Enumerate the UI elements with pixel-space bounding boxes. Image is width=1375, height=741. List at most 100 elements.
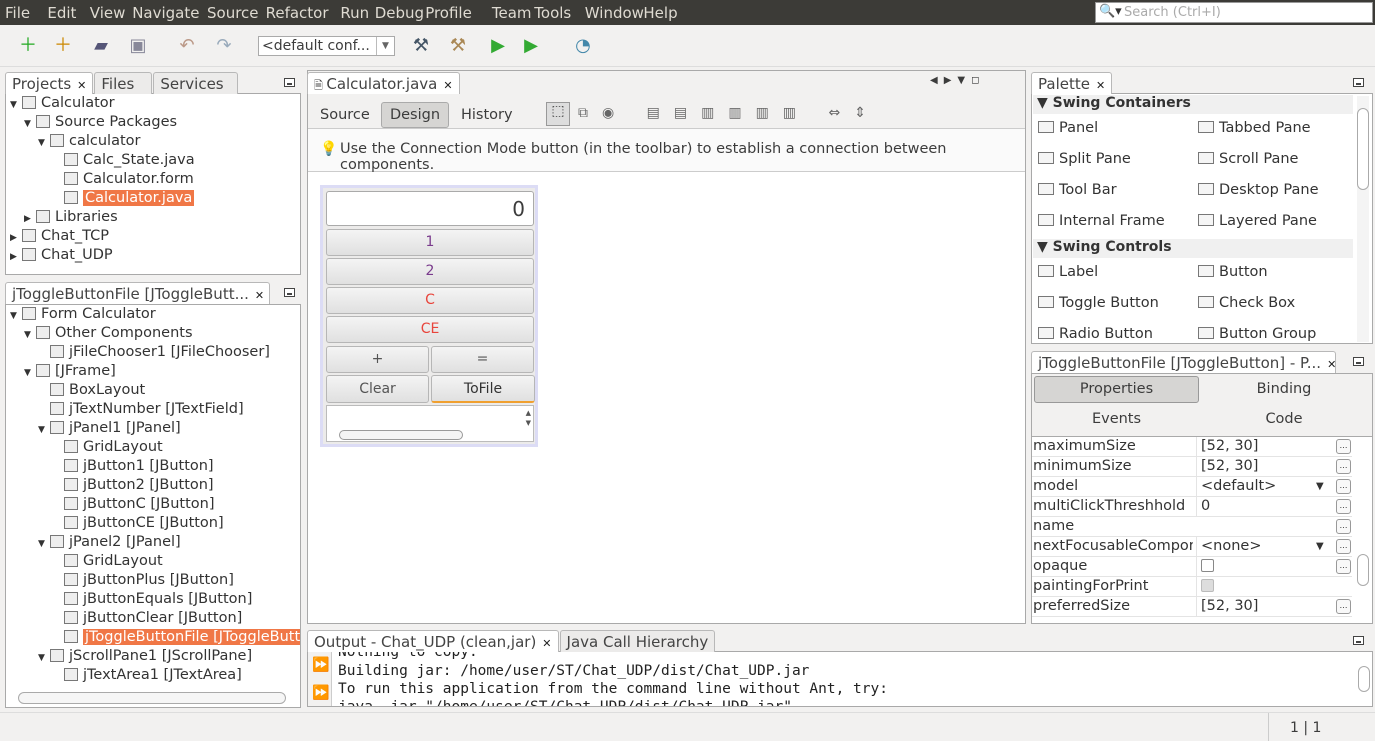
palette-item-radio-button[interactable]: Radio Button xyxy=(1038,326,1153,342)
tree-item[interactable]: jButtonC [JButton] xyxy=(52,495,215,514)
ellipsis-button[interactable]: … xyxy=(1336,539,1351,554)
ellipsis-button[interactable]: … xyxy=(1336,559,1351,574)
search-input[interactable]: Search (Ctrl+I) xyxy=(1095,2,1373,23)
tree-item[interactable]: GridLayout xyxy=(52,438,163,457)
vertical-scroll-arrows[interactable]: ▲ ▼ xyxy=(526,408,531,428)
property-value[interactable]: 0 xyxy=(1196,497,1314,516)
tree-item[interactable]: jButton1 [JButton] xyxy=(52,457,214,476)
new-project-icon[interactable]: ＋ xyxy=(52,35,74,57)
tree-item[interactable]: jButtonClear [JButton] xyxy=(52,609,242,628)
tab-palette[interactable]: Palette ✕ xyxy=(1031,72,1113,94)
tab-navigator[interactable]: jToggleButtonFile [JToggleButt... ✕ xyxy=(5,282,270,304)
expand-toggle-icon[interactable]: ▼ xyxy=(24,326,36,345)
tab-properties-window[interactable]: jToggleButtonFile [JToggleButton] - P...… xyxy=(1031,351,1336,373)
ellipsis-button[interactable]: … xyxy=(1336,479,1351,494)
button-plus[interactable]: + xyxy=(326,346,429,373)
design-view-button[interactable]: Design xyxy=(381,102,449,128)
property-row[interactable]: multiClickThreshhold 0… xyxy=(1032,497,1352,517)
rerun-with-params-icon[interactable]: ⏩ xyxy=(312,685,329,701)
tab-output[interactable]: Output - Chat_UDP (clean,jar) ✕ xyxy=(307,630,559,652)
menu-navigate[interactable]: Navigate xyxy=(132,4,199,22)
property-value[interactable]: <none> xyxy=(1196,537,1314,556)
menu-edit[interactable]: Edit xyxy=(47,4,76,22)
checkbox[interactable] xyxy=(1201,579,1214,592)
palette-item-layered-pane[interactable]: Layered Pane xyxy=(1198,213,1317,229)
tree-item[interactable]: jToggleButtonFile [JToggleButton] xyxy=(52,628,300,647)
tree-item[interactable]: Calculator.form xyxy=(52,170,194,189)
menu-refactor[interactable]: Refactor xyxy=(266,4,329,22)
button-clear[interactable]: Clear xyxy=(326,375,429,403)
tab-services[interactable]: Services xyxy=(153,72,239,94)
tree-item[interactable]: jButtonCE [JButton] xyxy=(52,514,224,533)
ellipsis-button[interactable]: … xyxy=(1336,599,1351,614)
menu-help[interactable]: Help xyxy=(643,4,677,22)
selection-mode-icon[interactable]: ⬚ xyxy=(546,102,570,126)
expand-toggle-icon[interactable]: ▶ xyxy=(10,248,22,267)
run-icon[interactable]: ▶ xyxy=(487,35,509,57)
editor-nav-buttons[interactable]: ◀▶▼◻ xyxy=(930,75,985,86)
minimize-icon[interactable] xyxy=(1353,636,1364,645)
expand-toggle-icon[interactable]: ▼ xyxy=(24,115,36,134)
source-view-button[interactable]: Source xyxy=(320,107,370,123)
tree-item[interactable]: jButtonPlus [JButton] xyxy=(52,571,234,590)
property-value[interactable] xyxy=(1196,557,1314,576)
checkbox[interactable] xyxy=(1201,559,1214,572)
tree-item[interactable]: jTextArea1 [JTextArea] xyxy=(52,666,242,685)
minimize-icon[interactable] xyxy=(284,78,295,87)
tree-item[interactable]: GridLayout xyxy=(52,552,163,571)
close-icon[interactable]: ✕ xyxy=(77,79,86,92)
tree-item[interactable]: ▼ Source Packages xyxy=(24,113,177,132)
tree-item[interactable]: ▶ Chat_TCP xyxy=(10,227,109,246)
events-tab[interactable]: Events xyxy=(1034,411,1199,427)
palette-scrollbar[interactable] xyxy=(1357,96,1369,342)
new-file-icon[interactable]: ＋ xyxy=(17,35,39,57)
tree-item[interactable]: ▶ Libraries xyxy=(24,208,118,227)
close-icon[interactable]: ✕ xyxy=(1327,358,1335,371)
horizontal-scrollbar[interactable] xyxy=(339,430,463,440)
ellipsis-button[interactable]: … xyxy=(1336,519,1351,534)
menu-debug[interactable]: Debug xyxy=(375,4,424,22)
palette-item-panel[interactable]: Panel xyxy=(1038,120,1098,136)
chevron-down-icon[interactable]: ▼ xyxy=(1316,537,1324,556)
expand-toggle-icon[interactable]: ▼ xyxy=(24,364,36,383)
config-select[interactable]: <default conf... ▼ xyxy=(258,36,395,56)
expand-toggle-icon[interactable]: ▼ xyxy=(10,307,22,326)
minimize-icon[interactable] xyxy=(1353,78,1364,87)
properties-tab[interactable]: Properties xyxy=(1034,376,1199,403)
tab-java-call-hierarchy[interactable]: Java Call Hierarchy xyxy=(559,630,715,652)
menu-run[interactable]: Run xyxy=(340,4,369,22)
chevron-down-icon[interactable]: ▼ xyxy=(1316,477,1324,496)
palette-section-swing-containers[interactable]: ▼ Swing Containers xyxy=(1033,95,1353,114)
expand-toggle-icon[interactable]: ▼ xyxy=(38,535,50,554)
menu-window[interactable]: Window xyxy=(585,4,644,22)
palette-item-button[interactable]: Button xyxy=(1198,264,1268,280)
redo-icon[interactable]: ↷ xyxy=(213,35,235,57)
property-value[interactable]: [52, 30] xyxy=(1196,437,1314,456)
close-icon[interactable]: ✕ xyxy=(542,637,551,650)
tab-projects[interactable]: Projects ✕ xyxy=(5,72,94,94)
minimize-icon[interactable] xyxy=(284,288,295,297)
minimize-icon[interactable] xyxy=(1353,357,1364,366)
undo-icon[interactable]: ↶ xyxy=(176,35,198,57)
text-area[interactable]: ▲ ▼ xyxy=(326,405,534,442)
property-row[interactable]: name… xyxy=(1032,517,1352,537)
button-ce[interactable]: CE xyxy=(326,316,534,343)
close-icon[interactable]: ✕ xyxy=(443,79,452,92)
tree-item[interactable]: ▼ jPanel2 [JPanel] xyxy=(38,533,181,552)
tree-item[interactable]: ▼ jScrollPane1 [JScrollPane] xyxy=(38,647,252,666)
toggle-button-tofile[interactable]: ToFile xyxy=(431,375,535,403)
property-row[interactable]: nextFocusableComponent<none>▼… xyxy=(1032,537,1352,557)
ellipsis-button[interactable]: … xyxy=(1336,499,1351,514)
palette-item-scroll-pane[interactable]: Scroll Pane xyxy=(1198,151,1298,167)
property-row[interactable]: model <default> ▼… xyxy=(1032,477,1352,497)
code-tab[interactable]: Code xyxy=(1200,411,1368,427)
button-c[interactable]: C xyxy=(326,287,534,314)
expand-toggle-icon[interactable]: ▼ xyxy=(38,649,50,668)
tree-item[interactable]: jButton2 [JButton] xyxy=(52,476,214,495)
menu-tools[interactable]: Tools xyxy=(534,4,571,22)
tree-item[interactable]: ▼ Form Calculator xyxy=(10,305,156,324)
properties-scrollbar[interactable] xyxy=(1357,438,1369,622)
button-2[interactable]: 2 xyxy=(326,258,534,285)
tree-item[interactable]: ▼ Other Components xyxy=(24,324,193,343)
palette-item-tool-bar[interactable]: Tool Bar xyxy=(1038,182,1117,198)
